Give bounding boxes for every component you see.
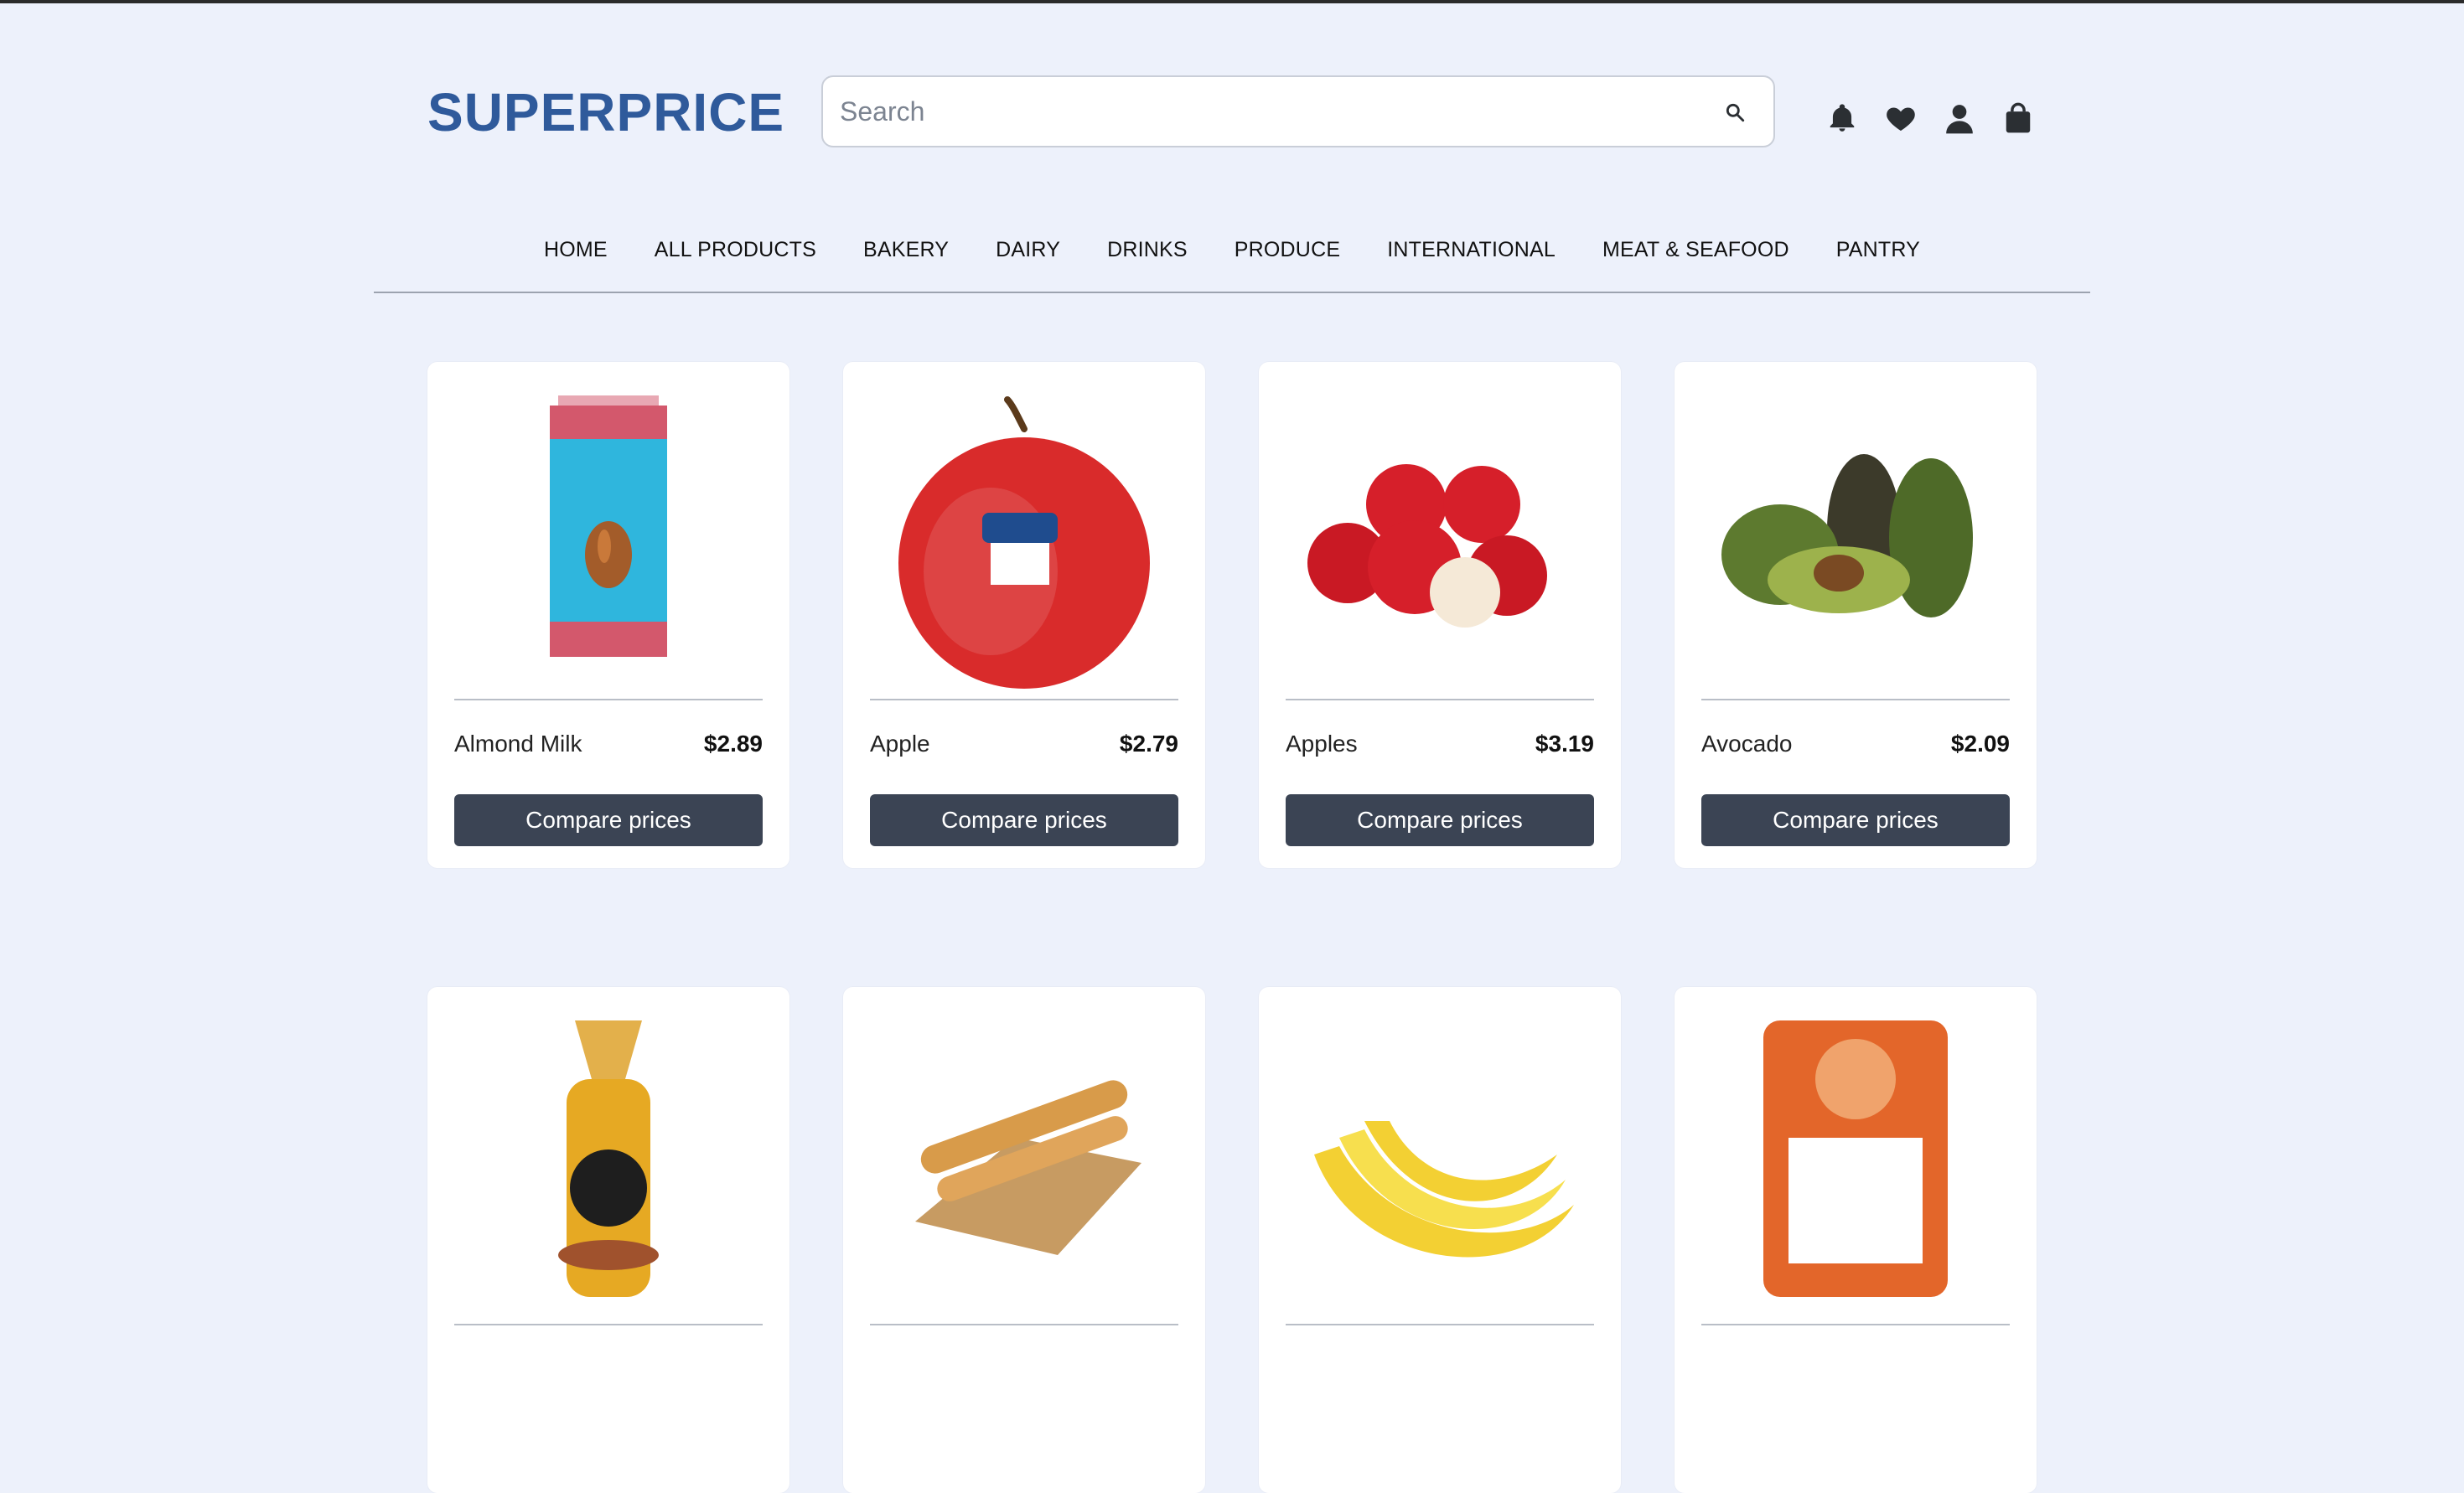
card-divider bbox=[454, 1324, 763, 1325]
bell-icon[interactable] bbox=[1825, 101, 1859, 135]
card-divider bbox=[1286, 699, 1594, 700]
product-card bbox=[1259, 987, 1621, 1493]
product-grid: Almond Milk $2.89 Compare prices Apple $… bbox=[427, 362, 2037, 1493]
card-divider bbox=[870, 1324, 1178, 1325]
product-name[interactable]: Avocado bbox=[1701, 731, 1792, 757]
top-border bbox=[0, 0, 2464, 3]
product-card bbox=[843, 987, 1205, 1493]
product-image-basmati-rice[interactable] bbox=[1701, 1004, 2010, 1314]
search-icon[interactable] bbox=[1721, 99, 1748, 126]
compare-prices-button[interactable]: Compare prices bbox=[454, 794, 763, 846]
product-name[interactable]: Almond Milk bbox=[454, 731, 582, 757]
compare-prices-button[interactable]: Compare prices bbox=[1701, 794, 2010, 846]
compare-prices-button[interactable]: Compare prices bbox=[1286, 794, 1594, 846]
product-card: Apple $2.79 Compare prices bbox=[843, 362, 1205, 868]
product-name[interactable]: Apples bbox=[1286, 731, 1358, 757]
nav-item-dairy[interactable]: DAIRY bbox=[996, 218, 1060, 262]
search-input[interactable] bbox=[838, 95, 1663, 128]
card-divider bbox=[1701, 1324, 2010, 1325]
product-name[interactable]: Apple bbox=[870, 731, 930, 757]
card-divider bbox=[870, 699, 1178, 700]
nav-item-meat-seafood[interactable]: MEAT & SEAFOOD bbox=[1602, 218, 1789, 262]
product-image-baguette[interactable] bbox=[870, 1004, 1178, 1314]
product-price: $2.79 bbox=[1119, 731, 1178, 757]
product-image-bagels[interactable] bbox=[454, 1004, 763, 1314]
heart-icon[interactable] bbox=[1884, 101, 1918, 135]
nav-item-all-products[interactable]: ALL PRODUCTS bbox=[655, 218, 816, 262]
product-image-apples[interactable] bbox=[1286, 379, 1594, 689]
product-image-avocado[interactable] bbox=[1701, 379, 2010, 689]
product-price: $2.89 bbox=[703, 731, 763, 757]
product-image-apple[interactable] bbox=[870, 379, 1178, 689]
product-card bbox=[1675, 987, 2037, 1493]
product-card: Avocado $2.09 Compare prices bbox=[1675, 362, 2037, 868]
nav-item-drinks[interactable]: DRINKS bbox=[1107, 218, 1188, 262]
category-nav: HOME ALL PRODUCTS BAKERY DAIRY DRINKS PR… bbox=[374, 218, 2090, 293]
nav-item-bakery[interactable]: BAKERY bbox=[863, 218, 949, 262]
header-icons bbox=[1825, 97, 2043, 139]
brand-logo[interactable]: SUPERPRICE bbox=[427, 85, 784, 139]
card-divider bbox=[1701, 699, 2010, 700]
nav-item-produce[interactable]: PRODUCE bbox=[1235, 218, 1340, 262]
card-divider bbox=[1286, 1324, 1594, 1325]
product-image-bananas[interactable] bbox=[1286, 1004, 1594, 1314]
nav-item-international[interactable]: INTERNATIONAL bbox=[1387, 218, 1556, 262]
nav-item-home[interactable]: HOME bbox=[544, 218, 608, 262]
compare-prices-button[interactable]: Compare prices bbox=[870, 794, 1178, 846]
product-price: $2.09 bbox=[1950, 731, 2010, 757]
user-icon[interactable] bbox=[1943, 101, 1976, 135]
search-bar[interactable] bbox=[821, 75, 1775, 147]
shopping-bag-icon[interactable] bbox=[2001, 101, 2035, 135]
product-card: Apples $3.19 Compare prices bbox=[1259, 362, 1621, 868]
product-card: Almond Milk $2.89 Compare prices bbox=[427, 362, 789, 868]
product-price: $3.19 bbox=[1535, 731, 1594, 757]
product-card bbox=[427, 987, 789, 1493]
card-divider bbox=[454, 699, 763, 700]
nav-item-pantry[interactable]: PANTRY bbox=[1836, 218, 1920, 262]
product-image-almond-milk[interactable] bbox=[454, 379, 763, 689]
